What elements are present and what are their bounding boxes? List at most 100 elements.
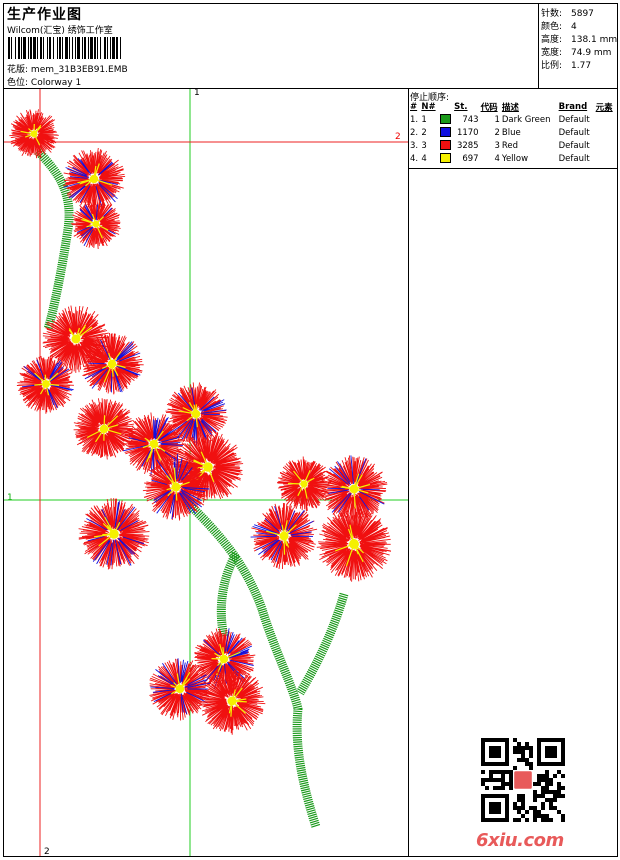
qr-module — [545, 818, 549, 822]
color-swatch — [439, 114, 451, 125]
color-swatch — [439, 127, 451, 138]
qr-module — [529, 762, 533, 766]
qr-module — [513, 806, 517, 810]
color-swatch — [439, 153, 451, 164]
qr-module — [501, 774, 505, 778]
qr-module — [545, 786, 549, 790]
col-st: St. — [454, 101, 468, 112]
flower — [165, 382, 228, 446]
qr-code — [481, 738, 565, 822]
qr-module — [557, 762, 561, 766]
colorway-label: 色位: — [7, 78, 29, 88]
qr-module — [513, 818, 517, 822]
qr-module — [525, 762, 529, 766]
qr-module — [553, 762, 557, 766]
qr-module — [497, 750, 501, 754]
stat-height: 高度: 138.1 mm — [541, 35, 618, 45]
qr-module — [493, 786, 497, 790]
qr-module — [545, 770, 549, 774]
qr-module — [541, 790, 545, 794]
qr-module — [549, 790, 553, 794]
flower-center — [227, 696, 237, 706]
stem — [34, 148, 74, 331]
qr-module — [541, 794, 545, 798]
qr-module — [497, 754, 501, 758]
qr-module — [497, 746, 501, 750]
qr-module — [497, 778, 501, 782]
flower-center — [109, 529, 119, 539]
guide-label-right: 2 — [395, 132, 401, 142]
qr-module — [481, 818, 485, 822]
qr-module — [521, 806, 525, 810]
qr-module — [525, 810, 529, 814]
qr-module — [557, 770, 561, 774]
qr-module — [545, 778, 549, 782]
table-row: 3. 3 3285 3 Red Default — [410, 140, 590, 151]
watermark: 6xiu.com — [476, 830, 564, 851]
qr-module — [545, 754, 549, 758]
qr-module — [501, 738, 505, 742]
qr-module — [549, 750, 553, 754]
qr-module — [505, 782, 509, 786]
qr-module — [541, 806, 545, 810]
qr-module — [537, 762, 541, 766]
qr-module — [545, 762, 549, 766]
qr-module — [557, 790, 561, 794]
guide-label-left: 1 — [7, 493, 13, 503]
guide-label-top: 1 — [194, 88, 200, 98]
qr-module — [549, 746, 553, 750]
qr-module — [505, 802, 509, 806]
qr-module — [557, 794, 561, 798]
qr-module — [533, 818, 537, 822]
pattern-label: 花版: — [7, 65, 29, 75]
stat-colors: 颜色: 4 — [541, 22, 577, 32]
qr-module — [529, 746, 533, 750]
qr-module — [521, 798, 525, 802]
qr-module — [497, 802, 501, 806]
qr-module — [549, 798, 553, 802]
colorway-row: 色位: Colorway 1 — [7, 75, 81, 88]
qr-module — [505, 750, 509, 754]
qr-module — [489, 738, 493, 742]
qr-module — [505, 794, 509, 798]
qr-module — [541, 774, 545, 778]
qr-module — [497, 806, 501, 810]
qr-module — [493, 778, 497, 782]
qr-module — [489, 778, 493, 782]
embroidery-design — [4, 89, 408, 856]
qr-module — [481, 770, 485, 774]
qr-module — [545, 782, 549, 786]
qr-module — [561, 794, 565, 798]
qr-module — [521, 750, 525, 754]
qr-module — [561, 786, 565, 790]
qr-module — [561, 754, 565, 758]
qr-module — [549, 754, 553, 758]
flower — [9, 109, 59, 159]
qr-logo-icon — [514, 771, 532, 789]
qr-module — [533, 782, 537, 786]
qr-module — [481, 806, 485, 810]
flower-center — [30, 130, 38, 138]
qr-module — [541, 802, 545, 806]
qr-module — [537, 742, 541, 746]
qr-module — [525, 758, 529, 762]
color-table: # N# St. 代码 描述 Brand 元素 1. 1 743 1 Dark … — [409, 100, 616, 165]
flower-center — [42, 380, 50, 388]
qr-module — [537, 782, 541, 786]
qr-module — [481, 738, 485, 742]
flower-center — [175, 684, 185, 694]
qr-module — [493, 810, 497, 814]
qr-module — [517, 794, 521, 798]
qr-module — [537, 778, 541, 782]
qr-module — [553, 794, 557, 798]
flower-center — [219, 654, 229, 664]
flower-center — [89, 174, 99, 184]
qr-module — [497, 786, 501, 790]
qr-module — [541, 814, 545, 818]
qr-module — [513, 750, 517, 754]
qr-module — [541, 818, 545, 822]
qr-module — [557, 738, 561, 742]
qr-module — [545, 790, 549, 794]
qr-module — [481, 754, 485, 758]
qr-module — [509, 778, 513, 782]
